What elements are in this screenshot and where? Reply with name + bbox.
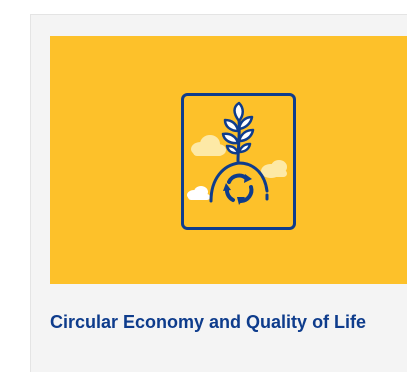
card-banner-image[interactable]	[50, 36, 407, 284]
cloud-icon-left	[191, 135, 226, 156]
topic-card[interactable]: Circular Economy and Quality of Life	[30, 14, 407, 372]
plant-with-recycling-arrows-icon	[181, 93, 296, 230]
cloud-icon-bottom	[187, 186, 210, 200]
cloud-icon-right	[261, 160, 287, 178]
globe-arc	[209, 161, 269, 203]
card-title-link[interactable]: Circular Economy and Quality of Life	[50, 311, 407, 333]
